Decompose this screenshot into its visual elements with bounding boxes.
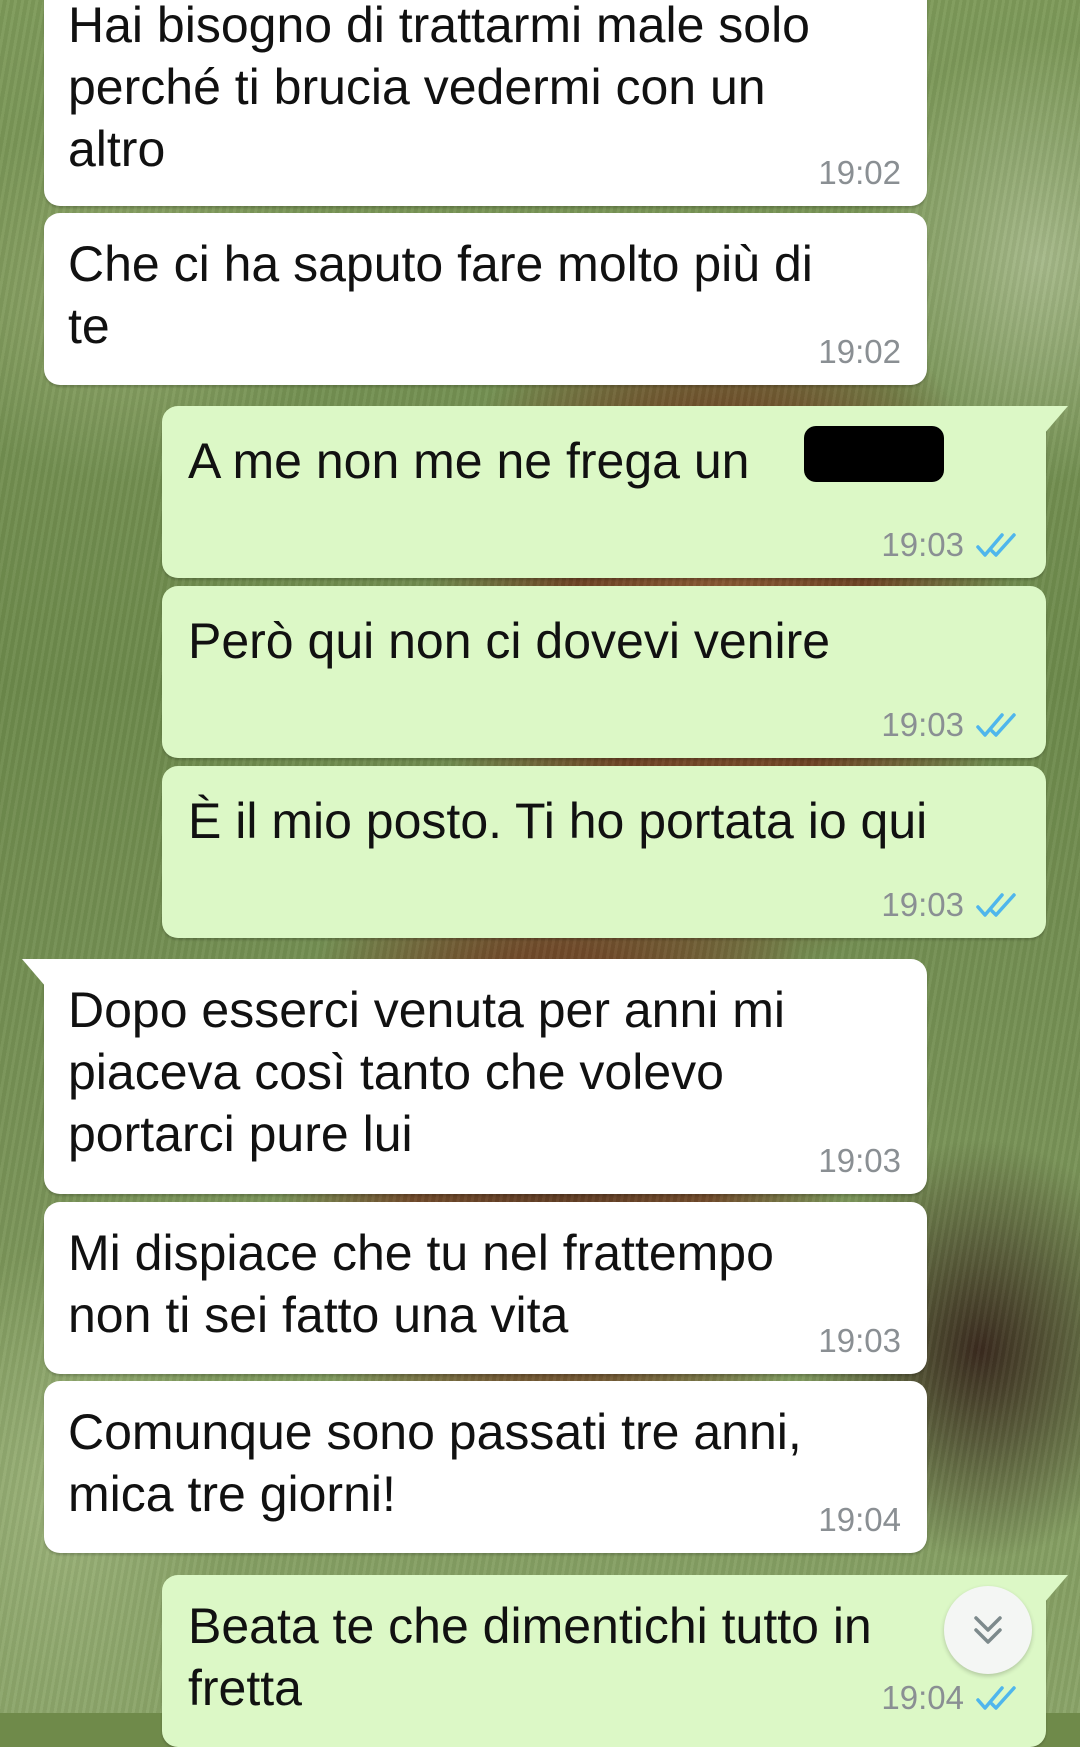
message-text: È il mio posto. Ti ho portata io qui [188, 793, 928, 849]
chevron-double-down-icon [974, 1616, 1002, 1644]
message-text: Che ci ha saputo fare molto più di te [68, 236, 813, 354]
outgoing-message[interactable]: È il mio posto. Ti ho portata io qui 19:… [162, 766, 1046, 938]
message-meta: 19:03 [881, 886, 1020, 924]
double-check-read-icon [976, 533, 1016, 557]
outgoing-message[interactable]: A me non me ne frega un 19:03 [162, 406, 1068, 578]
bubble-tail [1044, 1575, 1068, 1603]
outgoing-message[interactable]: Beata te che dimentichi tutto in fretta … [162, 1575, 1068, 1747]
message-time: 19:03 [881, 886, 964, 923]
incoming-message[interactable]: Dopo esserci venuta per anni mi piaceva … [22, 959, 927, 1194]
message-time: 19:03 [818, 1322, 901, 1359]
message-meta: 19:02 [818, 154, 901, 192]
incoming-message[interactable]: Che ci ha saputo fare molto più di te 19… [44, 213, 927, 385]
incoming-message[interactable]: Hai bisogno di trattarmi male solo perch… [44, 0, 927, 206]
message-time: 19:03 [818, 1142, 901, 1179]
message-time: 19:02 [818, 333, 901, 370]
double-check-read-icon [976, 893, 1016, 917]
message-time: 19:02 [818, 154, 901, 191]
message-meta: 19:03 [881, 706, 1020, 744]
message-meta: 19:03 [818, 1322, 901, 1360]
bubble-tail [1044, 406, 1068, 434]
incoming-message[interactable]: Mi dispiace che tu nel frattempo non ti … [44, 1202, 927, 1374]
outgoing-message[interactable]: Però qui non ci dovevi venire 19:03 [162, 586, 1046, 758]
message-meta: 19:03 [881, 526, 1020, 564]
double-check-read-icon [976, 1686, 1016, 1710]
message-text: Dopo esserci venuta per anni mi piaceva … [68, 982, 786, 1162]
message-time: 19:03 [881, 526, 964, 563]
message-meta: 19:04 [818, 1501, 901, 1539]
message-list[interactable]: Hai bisogno di trattarmi male solo perch… [0, 0, 1080, 1747]
message-meta: 19:03 [818, 1142, 901, 1180]
message-time: 19:03 [881, 706, 964, 743]
incoming-message[interactable]: Comunque sono passati tre anni, mica tre… [44, 1381, 927, 1553]
message-text: Però qui non ci dovevi venire [188, 613, 831, 669]
scroll-to-bottom-button[interactable] [944, 1586, 1032, 1674]
message-time: 19:04 [881, 1679, 964, 1716]
redaction-box [804, 426, 944, 482]
message-text: Hai bisogno di trattarmi male solo perch… [68, 0, 810, 177]
bubble-tail [22, 959, 46, 987]
message-meta: 19:02 [818, 333, 901, 371]
message-time: 19:04 [818, 1501, 901, 1538]
message-text: Comunque sono passati tre anni, mica tre… [68, 1404, 802, 1522]
double-check-read-icon [976, 713, 1016, 737]
message-meta: 19:04 [881, 1679, 1020, 1717]
message-text: Mi dispiace che tu nel frattempo non ti … [68, 1225, 774, 1343]
